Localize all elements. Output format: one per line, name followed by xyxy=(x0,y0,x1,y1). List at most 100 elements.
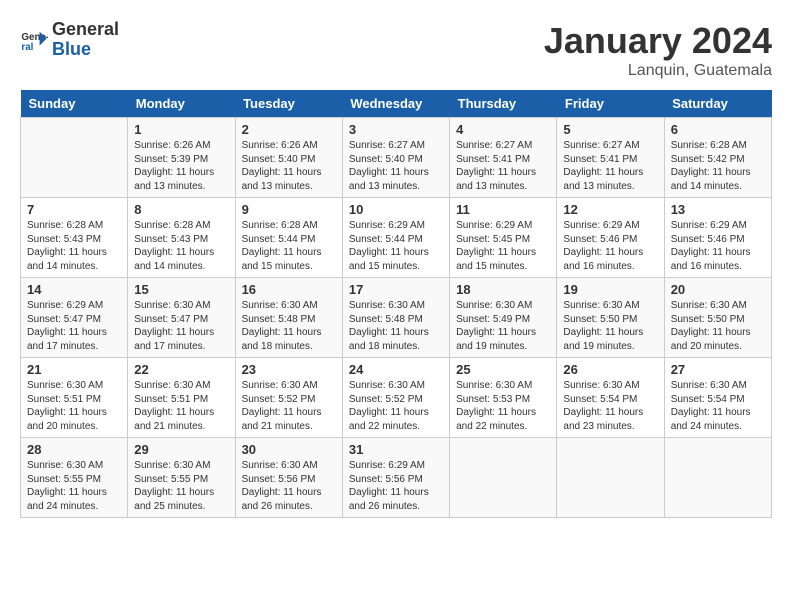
calendar-cell: 17 Sunrise: 6:30 AM Sunset: 5:48 PM Dayli… xyxy=(342,278,449,358)
day-info: Sunrise: 6:29 AM Sunset: 5:46 PM Dayligh… xyxy=(671,219,765,273)
day-number: 11 xyxy=(456,202,550,217)
day-number: 1 xyxy=(134,122,228,137)
calendar-cell xyxy=(21,118,128,198)
weekday-header-saturday: Saturday xyxy=(664,90,771,118)
day-number: 2 xyxy=(242,122,336,137)
calendar-body: 1 Sunrise: 6:26 AM Sunset: 5:39 PM Daylig… xyxy=(21,118,772,518)
calendar-cell: 10 Sunrise: 6:29 AM Sunset: 5:44 PM Dayli… xyxy=(342,198,449,278)
page-header: Gene- ral General Blue January 2024 Lanq… xyxy=(20,20,772,80)
calendar-cell xyxy=(450,438,557,518)
calendar-cell: 25 Sunrise: 6:30 AM Sunset: 5:53 PM Dayli… xyxy=(450,358,557,438)
day-number: 23 xyxy=(242,362,336,377)
day-info: Sunrise: 6:27 AM Sunset: 5:41 PM Dayligh… xyxy=(563,139,657,193)
day-number: 8 xyxy=(134,202,228,217)
calendar-cell: 21 Sunrise: 6:30 AM Sunset: 5:51 PM Dayli… xyxy=(21,358,128,438)
day-info: Sunrise: 6:26 AM Sunset: 5:39 PM Dayligh… xyxy=(134,139,228,193)
weekday-header-tuesday: Tuesday xyxy=(235,90,342,118)
calendar-cell: 24Sunrise: 6:30 AM Sunset: 5:52 PM Dayli… xyxy=(342,358,449,438)
svg-text:ral: ral xyxy=(21,42,33,53)
day-info: Sunrise: 6:28 AM Sunset: 5:42 PM Dayligh… xyxy=(671,139,765,193)
day-info: Sunrise: 6:30 AM Sunset: 5:53 PM Dayligh… xyxy=(456,379,550,433)
calendar-cell: 18 Sunrise: 6:30 AM Sunset: 5:49 PM Dayli… xyxy=(450,278,557,358)
day-info: Sunrise: 6:30 AM Sunset: 5:48 PM Dayligh… xyxy=(242,299,336,353)
calendar-cell: 13 Sunrise: 6:29 AM Sunset: 5:46 PM Dayli… xyxy=(664,198,771,278)
calendar-cell: 2 Sunrise: 6:26 AM Sunset: 5:40 PM Daylig… xyxy=(235,118,342,198)
day-info: Sunrise: 6:30 AM Sunset: 5:54 PM Dayligh… xyxy=(563,379,657,433)
day-number: 28 xyxy=(27,442,121,457)
day-info: Sunrise: 6:29 AM Sunset: 5:56 PM Dayligh… xyxy=(349,459,443,513)
day-info: Sunrise: 6:30 AM Sunset: 5:52 PM Dayligh… xyxy=(242,379,336,433)
day-info: Sunrise: 6:28 AM Sunset: 5:44 PM Dayligh… xyxy=(242,219,336,273)
day-info: Sunrise: 6:30 AM Sunset: 5:56 PM Dayligh… xyxy=(242,459,336,513)
day-info: Sunrise: 6:30 AM Sunset: 5:51 PM Dayligh… xyxy=(134,379,228,433)
day-number: 9 xyxy=(242,202,336,217)
calendar-cell: 7 Sunrise: 6:28 AM Sunset: 5:43 PM Daylig… xyxy=(21,198,128,278)
calendar-cell xyxy=(557,438,664,518)
day-number: 4 xyxy=(456,122,550,137)
week-row-3: 14 Sunrise: 6:29 AM Sunset: 5:47 PM Dayli… xyxy=(21,278,772,358)
day-number: 30 xyxy=(242,442,336,457)
calendar-cell: 1 Sunrise: 6:26 AM Sunset: 5:39 PM Daylig… xyxy=(128,118,235,198)
day-number: 13 xyxy=(671,202,765,217)
day-number: 18 xyxy=(456,282,550,297)
calendar-cell: 6Sunrise: 6:28 AM Sunset: 5:42 PM Daylig… xyxy=(664,118,771,198)
day-info: Sunrise: 6:30 AM Sunset: 5:51 PM Dayligh… xyxy=(27,379,121,433)
day-number: 29 xyxy=(134,442,228,457)
calendar-cell: 11 Sunrise: 6:29 AM Sunset: 5:45 PM Dayli… xyxy=(450,198,557,278)
calendar-cell: 28 Sunrise: 6:30 AM Sunset: 5:55 PM Dayli… xyxy=(21,438,128,518)
day-info: Sunrise: 6:29 AM Sunset: 5:46 PM Dayligh… xyxy=(563,219,657,273)
calendar-cell: 16 Sunrise: 6:30 AM Sunset: 5:48 PM Dayli… xyxy=(235,278,342,358)
day-info: Sunrise: 6:30 AM Sunset: 5:55 PM Dayligh… xyxy=(27,459,121,513)
weekday-header-thursday: Thursday xyxy=(450,90,557,118)
day-number: 3 xyxy=(349,122,443,137)
day-number: 15 xyxy=(134,282,228,297)
calendar-cell: 9 Sunrise: 6:28 AM Sunset: 5:44 PM Daylig… xyxy=(235,198,342,278)
calendar-cell: 31 Sunrise: 6:29 AM Sunset: 5:56 PM Dayli… xyxy=(342,438,449,518)
day-info: Sunrise: 6:28 AM Sunset: 5:43 PM Dayligh… xyxy=(134,219,228,273)
day-info: Sunrise: 6:30 AM Sunset: 5:55 PM Dayligh… xyxy=(134,459,228,513)
calendar-cell: 30 Sunrise: 6:30 AM Sunset: 5:56 PM Dayli… xyxy=(235,438,342,518)
day-number: 24 xyxy=(349,362,443,377)
month-title: January 2024 xyxy=(544,20,772,62)
day-info: Sunrise: 6:29 AM Sunset: 5:45 PM Dayligh… xyxy=(456,219,550,273)
calendar-cell: 3Sunrise: 6:27 AM Sunset: 5:40 PM Daylig… xyxy=(342,118,449,198)
location: Lanquin, Guatemala xyxy=(544,62,772,80)
calendar-cell xyxy=(664,438,771,518)
calendar-cell: 23 Sunrise: 6:30 AM Sunset: 5:52 PM Dayli… xyxy=(235,358,342,438)
weekday-header-wednesday: Wednesday xyxy=(342,90,449,118)
day-number: 31 xyxy=(349,442,443,457)
day-number: 14 xyxy=(27,282,121,297)
calendar-cell: 12 Sunrise: 6:29 AM Sunset: 5:46 PM Dayli… xyxy=(557,198,664,278)
weekday-header-row: SundayMondayTuesdayWednesdayThursdayFrid… xyxy=(21,90,772,118)
week-row-5: 28 Sunrise: 6:30 AM Sunset: 5:55 PM Dayli… xyxy=(21,438,772,518)
calendar-table: SundayMondayTuesdayWednesdayThursdayFrid… xyxy=(20,90,772,518)
day-info: Sunrise: 6:29 AM Sunset: 5:44 PM Dayligh… xyxy=(349,219,443,273)
day-number: 25 xyxy=(456,362,550,377)
day-number: 26 xyxy=(563,362,657,377)
calendar-cell: 19 Sunrise: 6:30 AM Sunset: 5:50 PM Dayli… xyxy=(557,278,664,358)
weekday-header-sunday: Sunday xyxy=(21,90,128,118)
calendar-cell: 20Sunrise: 6:30 AM Sunset: 5:50 PM Dayli… xyxy=(664,278,771,358)
title-section: January 2024 Lanquin, Guatemala xyxy=(544,20,772,80)
week-row-4: 21 Sunrise: 6:30 AM Sunset: 5:51 PM Dayli… xyxy=(21,358,772,438)
day-info: Sunrise: 6:30 AM Sunset: 5:47 PM Dayligh… xyxy=(134,299,228,353)
day-number: 16 xyxy=(242,282,336,297)
calendar-cell: 22Sunrise: 6:30 AM Sunset: 5:51 PM Dayli… xyxy=(128,358,235,438)
day-number: 27 xyxy=(671,362,765,377)
day-info: Sunrise: 6:30 AM Sunset: 5:49 PM Dayligh… xyxy=(456,299,550,353)
weekday-header-friday: Friday xyxy=(557,90,664,118)
day-number: 21 xyxy=(27,362,121,377)
day-info: Sunrise: 6:30 AM Sunset: 5:50 PM Dayligh… xyxy=(671,299,765,353)
day-info: Sunrise: 6:29 AM Sunset: 5:47 PM Dayligh… xyxy=(27,299,121,353)
day-info: Sunrise: 6:26 AM Sunset: 5:40 PM Dayligh… xyxy=(242,139,336,193)
day-number: 19 xyxy=(563,282,657,297)
day-info: Sunrise: 6:30 AM Sunset: 5:50 PM Dayligh… xyxy=(563,299,657,353)
day-number: 7 xyxy=(27,202,121,217)
logo-text: General Blue xyxy=(52,20,119,60)
day-info: Sunrise: 6:30 AM Sunset: 5:48 PM Dayligh… xyxy=(349,299,443,353)
day-number: 12 xyxy=(563,202,657,217)
day-number: 10 xyxy=(349,202,443,217)
day-number: 17 xyxy=(349,282,443,297)
calendar-cell: 15 Sunrise: 6:30 AM Sunset: 5:47 PM Dayli… xyxy=(128,278,235,358)
day-info: Sunrise: 6:28 AM Sunset: 5:43 PM Dayligh… xyxy=(27,219,121,273)
